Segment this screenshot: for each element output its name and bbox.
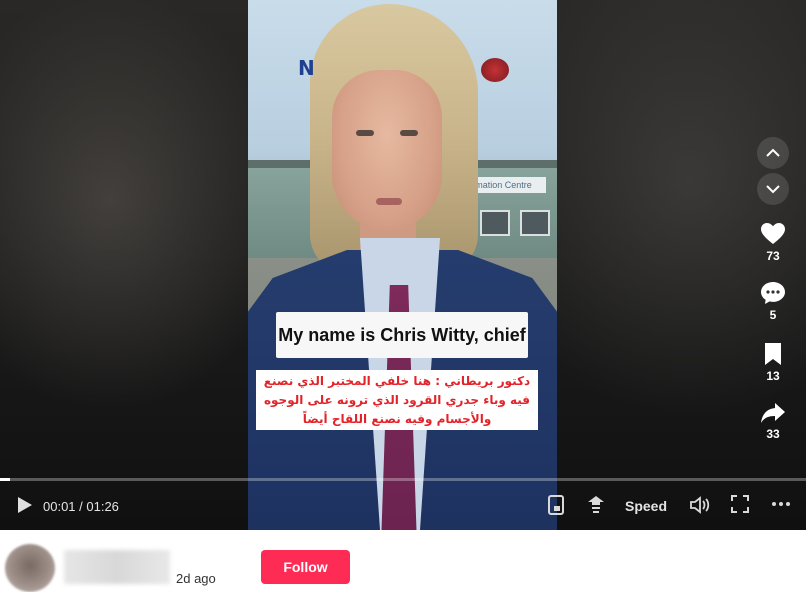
author-name-redacted[interactable] <box>64 550 170 584</box>
more-horizontal-icon <box>772 502 790 506</box>
auto-scroll-button[interactable] <box>586 495 606 520</box>
like-count: 73 <box>766 249 780 263</box>
comment-count: 5 <box>769 308 777 322</box>
picture-in-picture-button[interactable] <box>547 495 565 520</box>
volume-icon <box>690 496 710 514</box>
arabic-caption-line: فيه وباء جدري القرود الذي ترونه على الوج… <box>263 393 531 407</box>
fullscreen-button[interactable] <box>731 495 749 518</box>
arabic-caption-line: والأجسام وفيه نصنع اللقاح أيضاً <box>302 412 492 426</box>
video-frame[interactable]: rmation Centre N My name is Chris Witty,… <box>248 0 557 530</box>
comment-action[interactable]: 5 <box>756 281 790 322</box>
chevron-down-icon <box>766 185 780 194</box>
post-date: 2d ago <box>176 571 216 586</box>
share-arrow-icon <box>761 403 785 423</box>
chevron-up-icon <box>766 148 780 157</box>
player-controls: 00:01 / 01:26 Speed <box>0 481 806 530</box>
previous-video-button[interactable] <box>757 137 789 169</box>
arabic-caption-line: دكتور بريطاني : هنا خلفي المختبر الذي نص… <box>263 374 531 388</box>
floating-player-icon <box>548 495 564 515</box>
building-window <box>480 210 510 236</box>
person-eye <box>356 130 374 136</box>
play-icon <box>18 497 32 513</box>
volume-button[interactable] <box>689 495 711 520</box>
save-action[interactable]: 13 <box>756 342 790 383</box>
person-face <box>332 70 442 230</box>
like-action[interactable]: 73 <box>756 222 790 263</box>
play-button[interactable] <box>14 495 34 520</box>
save-count: 13 <box>766 369 780 383</box>
person-mouth <box>376 198 402 205</box>
fullscreen-icon <box>731 495 749 513</box>
more-options-button[interactable] <box>771 495 791 518</box>
time-display: 00:01 / 01:26 <box>43 499 119 514</box>
avatar[interactable] <box>5 544 55 592</box>
english-caption: My name is Chris Witty, chief <box>276 312 528 358</box>
heart-icon <box>761 223 785 244</box>
video-player[interactable]: rmation Centre N My name is Chris Witty,… <box>0 0 806 530</box>
building-window <box>520 210 550 236</box>
bookmark-icon <box>765 343 781 365</box>
share-action[interactable]: 33 <box>756 402 790 441</box>
person-eye <box>400 130 418 136</box>
next-video-button[interactable] <box>757 173 789 205</box>
follow-button[interactable]: Follow <box>261 550 350 584</box>
comment-icon <box>761 282 785 304</box>
share-count: 33 <box>766 427 780 441</box>
channel-logo-n: N <box>298 56 315 80</box>
channel-badge-icon <box>481 58 509 82</box>
author-bar: 2d ago Follow <box>0 530 806 592</box>
arabic-caption: دكتور بريطاني : هنا خلفي المختبر الذي نص… <box>256 370 538 430</box>
auto-scroll-icon <box>588 496 604 513</box>
speed-button[interactable]: Speed <box>625 498 667 514</box>
